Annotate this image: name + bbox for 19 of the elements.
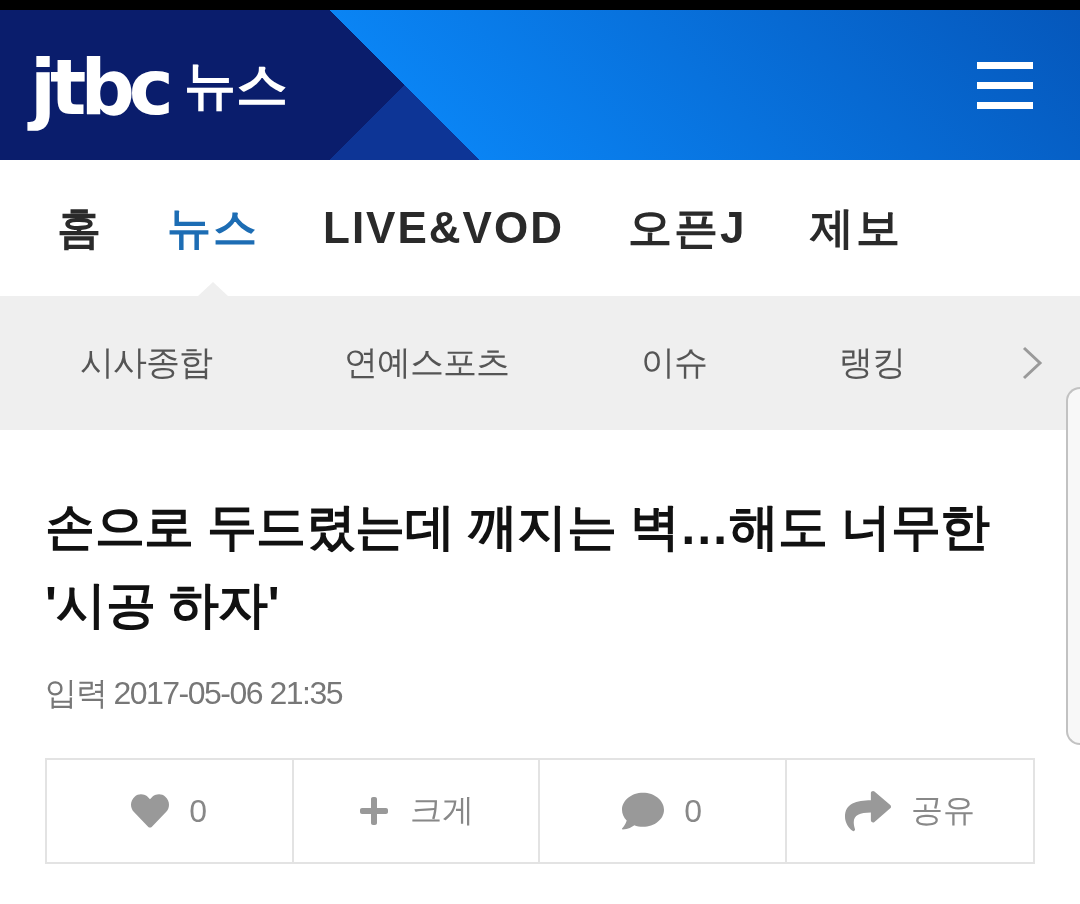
edge-panel-handle[interactable] [1066,387,1080,745]
speech-bubble-icon [622,790,665,832]
nav-tab[interactable]: LIVE&VOD [323,160,564,296]
subnav-link[interactable]: 시사종합 [80,340,212,386]
heart-icon [131,792,170,830]
subnav-link[interactable]: 랭킹 [839,340,905,386]
plus-icon [357,795,390,827]
share-icon [844,788,891,834]
nav-tab[interactable]: 홈 [57,160,103,296]
nav-tab[interactable]: 뉴스 [167,160,259,296]
publish-date: 입력 2017-05-06 21:35 [45,674,344,713]
menu-icon[interactable] [977,61,1033,109]
article-title: 손으로 두드렸는데 깨지는 벽…해도 너무한 '시공 하자' [45,498,991,635]
nav-tab[interactable]: 오픈J [627,160,747,296]
nav-tab[interactable]: 제보 [810,160,903,296]
chevron-right-icon[interactable] [1021,346,1043,380]
section-title[interactable]: 뉴스 [183,59,288,111]
subnav-link[interactable]: 이슈 [641,340,707,386]
subnav-link[interactable]: 연예스포츠 [344,340,509,386]
